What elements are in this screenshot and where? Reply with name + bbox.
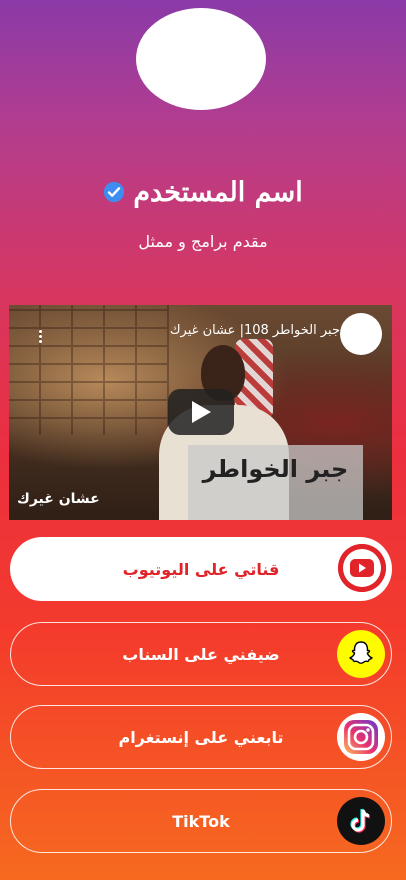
youtube-icon [338,544,386,592]
youtube-icon-circle [338,544,386,592]
video-background-bricks [9,305,169,435]
video-overlay-text: جبر الخواطر [202,455,349,483]
youtube-link-label: قناتي على اليوتيوب [122,559,280,579]
snapchat-link-label: ضيفني على السناب [122,644,280,664]
instagram-link-button[interactable]: تابعني على إنستغرام [10,705,392,769]
video-menu-icon[interactable] [39,329,42,343]
tiktok-link-label: TikTok [172,811,230,831]
video-title[interactable]: جبر الخواطر 108| عشان غيرك [170,323,340,338]
video-channel-avatar[interactable] [340,313,382,355]
profile-avatar [136,8,266,110]
tiktok-icon-circle [337,797,385,845]
instagram-icon [344,720,378,754]
play-button[interactable] [168,389,234,435]
profile-bio: مقدم برامج و ممثل [138,232,268,251]
tiktok-icon [350,808,371,833]
profile-name-row: اسم المستخدم [0,172,406,212]
snapchat-link-button[interactable]: ضيفني على السناب [10,622,392,686]
video-embed[interactable]: جبر الخواطر 108| عشان غيرك جبر الخواطر ع… [9,305,392,520]
video-watermark: عشان غيرك [17,491,100,507]
profile-name: اسم المستخدم [133,176,303,208]
verified-badge-icon [104,181,125,203]
instagram-icon-circle [337,713,385,761]
instagram-link-label: تابعني على إنستغرام [118,727,284,747]
tiktok-link-button[interactable]: TikTok [10,789,392,853]
youtube-link-button[interactable]: قناتي على اليوتيوب [10,537,392,601]
play-icon [192,401,211,423]
snapchat-icon-circle [337,630,385,678]
snapchat-icon [349,641,373,664]
